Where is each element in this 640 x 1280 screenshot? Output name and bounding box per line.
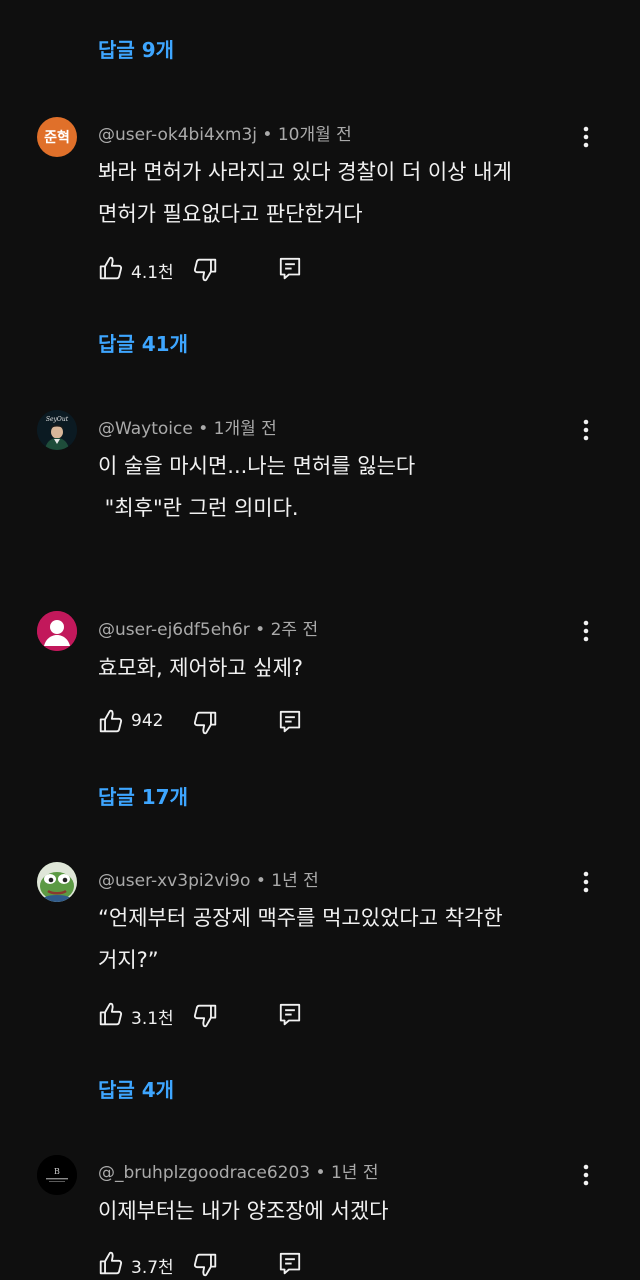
thumbs-up-icon[interactable] bbox=[98, 1001, 124, 1027]
more-options-button[interactable] bbox=[572, 868, 600, 896]
comment-author[interactable]: @user-ok4bi4xm3j bbox=[98, 125, 257, 145]
avatar-initials: 준혁 bbox=[44, 130, 70, 146]
avatar[interactable]: 준혁 bbox=[37, 117, 77, 157]
more-options-button[interactable] bbox=[572, 416, 600, 444]
more-vertical-icon bbox=[583, 620, 589, 642]
more-vertical-icon bbox=[583, 871, 589, 893]
comment-time[interactable]: 1개월 전 bbox=[214, 419, 277, 439]
avatar[interactable] bbox=[37, 611, 77, 651]
channel-logo-image: B bbox=[37, 1155, 77, 1195]
comment-text-line: 이 술을 마시면...나는 면허를 잃는다 bbox=[98, 454, 416, 478]
more-options-button[interactable] bbox=[572, 123, 600, 151]
meta-separator: • bbox=[255, 871, 266, 891]
thumbs-down-icon[interactable] bbox=[192, 1003, 218, 1029]
avatar[interactable] bbox=[37, 862, 77, 902]
like-count: 3.7천 bbox=[131, 1258, 174, 1278]
comment-meta: @user-ok4bi4xm3j • 10개월 전 bbox=[98, 120, 352, 145]
comment-time[interactable]: 1년 전 bbox=[271, 871, 319, 891]
avatar[interactable]: SeyOut bbox=[37, 410, 77, 450]
comment-author[interactable]: @_bruhplzgoodrace6203 bbox=[98, 1163, 310, 1183]
reply-comment-icon[interactable] bbox=[277, 1001, 303, 1027]
reply-comment-icon[interactable] bbox=[277, 708, 303, 734]
default-user-icon bbox=[37, 611, 77, 651]
comment-author[interactable]: @user-xv3pi2vi9o bbox=[98, 871, 250, 891]
thumbs-up-icon[interactable] bbox=[98, 255, 124, 281]
comment-meta: @user-ej6df5eh6r • 2주 전 bbox=[98, 615, 318, 640]
more-options-button[interactable] bbox=[572, 617, 600, 645]
comment-text-line: 효모화, 제어하고 싶제? bbox=[98, 656, 304, 680]
view-replies-link[interactable]: 답글 9개 bbox=[98, 34, 174, 63]
meta-separator: • bbox=[315, 1163, 326, 1183]
comment-text-line: 이제부터는 내가 양조장에 서겠다 bbox=[98, 1199, 389, 1223]
like-count: 942 bbox=[131, 711, 164, 731]
svg-text:SeyOut: SeyOut bbox=[46, 416, 69, 423]
view-replies-link[interactable]: 답글 17개 bbox=[98, 781, 188, 810]
meta-separator: • bbox=[198, 419, 209, 439]
more-options-button[interactable] bbox=[572, 1161, 600, 1189]
comment-text-line: 면허가 필요없다고 판단한거다 bbox=[98, 202, 363, 226]
comment-text-line: "최후"란 그런 의미다. bbox=[98, 496, 299, 520]
character-avatar-image: SeyOut bbox=[37, 410, 77, 450]
more-vertical-icon bbox=[583, 126, 589, 148]
comment-author[interactable]: @Waytoice bbox=[98, 419, 193, 439]
comment-meta: @user-xv3pi2vi9o • 1년 전 bbox=[98, 866, 319, 891]
comment-author[interactable]: @user-ej6df5eh6r bbox=[98, 620, 250, 640]
more-vertical-icon bbox=[583, 1164, 589, 1186]
avatar[interactable]: B bbox=[37, 1155, 77, 1195]
thumbs-down-icon[interactable] bbox=[192, 257, 218, 283]
comment-meta: @_bruhplzgoodrace6203 • 1년 전 bbox=[98, 1158, 378, 1183]
reply-comment-icon[interactable] bbox=[277, 255, 303, 281]
thumbs-up-icon[interactable] bbox=[98, 708, 124, 734]
thumbs-down-icon[interactable] bbox=[192, 1252, 218, 1278]
comment-text-line: “언제부터 공장제 맥주를 먹고있었다고 착각한 bbox=[98, 906, 503, 930]
svg-text:B: B bbox=[54, 1167, 60, 1176]
comment-meta: @Waytoice • 1개월 전 bbox=[98, 414, 277, 439]
comment-text-line: 봐라 면허가 사라지고 있다 경찰이 더 이상 내게 bbox=[98, 160, 512, 184]
frog-avatar-image bbox=[37, 862, 77, 902]
like-count: 4.1천 bbox=[131, 263, 174, 283]
comment-time[interactable]: 1년 전 bbox=[331, 1163, 379, 1183]
view-replies-link[interactable]: 답글 41개 bbox=[98, 328, 188, 357]
more-vertical-icon bbox=[583, 419, 589, 441]
meta-separator: • bbox=[255, 620, 266, 640]
meta-separator: • bbox=[262, 125, 273, 145]
like-count: 3.1천 bbox=[131, 1009, 174, 1029]
thumbs-up-icon[interactable] bbox=[98, 1250, 124, 1276]
reply-comment-icon[interactable] bbox=[277, 1250, 303, 1276]
view-replies-link[interactable]: 답글 4개 bbox=[98, 1074, 174, 1103]
comment-time[interactable]: 10개월 전 bbox=[278, 125, 352, 145]
comment-text-line: 거지?” bbox=[98, 948, 159, 972]
thumbs-down-icon[interactable] bbox=[192, 710, 218, 736]
comment-time[interactable]: 2주 전 bbox=[271, 620, 319, 640]
